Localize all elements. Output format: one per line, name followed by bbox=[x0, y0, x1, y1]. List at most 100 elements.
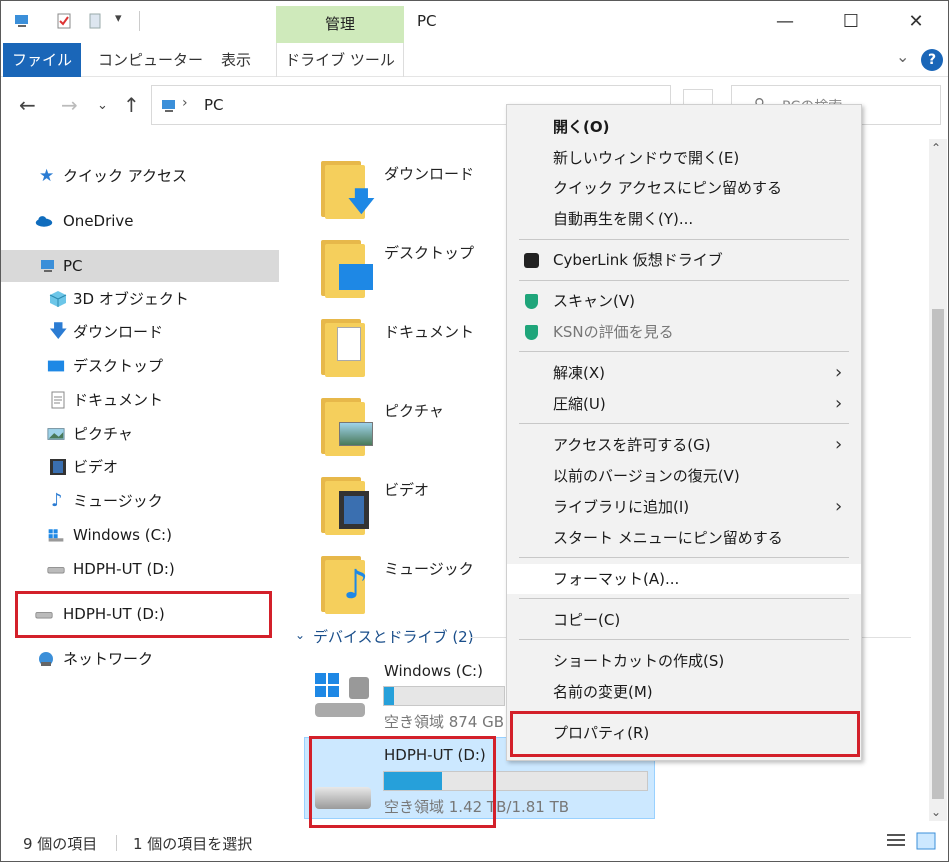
pc-icon[interactable] bbox=[13, 12, 31, 30]
folder-pictures-icon[interactable] bbox=[321, 394, 373, 456]
chevron-down-icon[interactable]: ⌄ bbox=[295, 628, 305, 642]
menu-item-label: コピー(C) bbox=[553, 611, 621, 629]
menu-item-extract[interactable]: 解凍(X) › bbox=[507, 358, 861, 388]
breadcrumb-chevron-icon[interactable]: › bbox=[182, 95, 188, 111]
folder-label[interactable]: ドキュメント bbox=[384, 321, 474, 342]
sidebar-item-label: ネットワーク bbox=[63, 650, 154, 668]
close-button[interactable]: ✕ bbox=[904, 10, 928, 34]
drive-name[interactable]: Windows (C:) bbox=[384, 662, 483, 680]
properties-icon[interactable] bbox=[55, 12, 73, 30]
tab-computer[interactable]: コンピューター bbox=[98, 43, 203, 77]
tab-view[interactable]: 表示 bbox=[221, 43, 251, 77]
desktop-icon bbox=[47, 360, 65, 372]
drive-c-icon bbox=[48, 529, 64, 542]
menu-item-add-library[interactable]: ライブラリに追加(I) › bbox=[507, 492, 861, 522]
details-view-icon[interactable] bbox=[885, 831, 907, 851]
maximize-button[interactable]: ☐ bbox=[839, 10, 863, 34]
menu-item-pin-start[interactable]: スタート メニューにピン留めする bbox=[507, 523, 861, 553]
menu-item-create-shortcut[interactable]: ショートカットの作成(S) bbox=[507, 646, 861, 676]
scroll-up-icon[interactable]: ⌃ bbox=[931, 141, 941, 155]
menu-item-autoplay[interactable]: 自動再生を開く(Y)... bbox=[507, 204, 861, 234]
menu-item-open-new-window[interactable]: 新しいウィンドウで開く(E) bbox=[507, 143, 861, 173]
sidebar-item-music[interactable]: ♪ ミュージック bbox=[1, 485, 279, 517]
document-icon bbox=[51, 391, 65, 409]
menu-separator bbox=[519, 423, 849, 424]
customize-qa-chevron-icon[interactable]: ▾ bbox=[115, 11, 122, 26]
menu-item-label: 自動再生を開く(Y)... bbox=[553, 210, 694, 228]
menu-item-scan[interactable]: スキャン(V) bbox=[507, 286, 861, 316]
menu-item-label: 新しいウィンドウで開く(E) bbox=[553, 149, 740, 167]
folder-label[interactable]: ビデオ bbox=[384, 479, 429, 500]
tab-file[interactable]: ファイル bbox=[3, 43, 81, 77]
sidebar-item-windows-c[interactable]: Windows (C:) bbox=[1, 519, 279, 551]
shield-icon bbox=[525, 294, 538, 309]
menu-item-label: 以前のバージョンの復元(V) bbox=[553, 467, 740, 485]
menu-item-restore-versions[interactable]: 以前のバージョンの復元(V) bbox=[507, 461, 861, 491]
folder-downloads-icon[interactable]: 🡇 bbox=[321, 157, 376, 219]
back-arrow-icon[interactable]: ← bbox=[19, 93, 36, 117]
menu-item-pin-quick-access[interactable]: クイック アクセスにピン留めする bbox=[507, 173, 861, 203]
menu-item-open[interactable]: 開く(O) bbox=[507, 112, 861, 142]
video-icon bbox=[50, 459, 66, 475]
sidebar-item-network[interactable]: ネットワーク bbox=[1, 643, 279, 675]
menu-separator bbox=[519, 557, 849, 558]
menu-item-give-access[interactable]: アクセスを許可する(G) › bbox=[507, 430, 861, 460]
menu-item-cyberlink[interactable]: CyberLink 仮想ドライブ bbox=[507, 245, 861, 275]
menu-separator bbox=[519, 598, 849, 599]
folder-videos-icon[interactable] bbox=[321, 473, 373, 535]
folder-label[interactable]: ピクチャ bbox=[384, 400, 444, 421]
sidebar-item-label: デスクトップ bbox=[73, 357, 164, 375]
sidebar-item-label: ピクチャ bbox=[73, 425, 133, 443]
tab-management[interactable]: 管理 bbox=[276, 6, 404, 43]
folder-music-icon[interactable]: ♪ bbox=[321, 552, 373, 614]
star-icon: ★ bbox=[39, 166, 55, 186]
chevron-right-icon: › bbox=[835, 496, 843, 517]
group-header[interactable]: デバイスとドライブ (2) bbox=[313, 626, 474, 647]
sidebar-item-onedrive[interactable]: OneDrive bbox=[1, 205, 279, 237]
sidebar-item-pictures[interactable]: ピクチャ bbox=[1, 418, 279, 450]
tab-drive-tools[interactable]: ドライブ ツール bbox=[276, 43, 404, 77]
shield-icon bbox=[525, 325, 538, 340]
title-bar: ▾ 管理 PC — ☐ ✕ bbox=[1, 1, 948, 43]
menu-item-compress[interactable]: 圧縮(U) › bbox=[507, 389, 861, 419]
drive-space: 空き領域 874 GB bbox=[384, 713, 505, 731]
folder-label[interactable]: ダウンロード bbox=[384, 163, 474, 184]
sidebar-item-quick-access[interactable]: ★ クイック アクセス bbox=[1, 160, 279, 192]
sidebar-item-documents[interactable]: ドキュメント bbox=[1, 384, 279, 416]
menu-item-label: スキャン(V) bbox=[553, 292, 635, 310]
recent-chevron-icon[interactable]: ⌄ bbox=[97, 98, 108, 113]
menu-item-format[interactable]: フォーマット(A)... bbox=[507, 564, 861, 594]
sidebar-item-hdph-ut-d[interactable]: HDPH-UT (D:) bbox=[1, 553, 279, 585]
sidebar-item-3d-objects[interactable]: 3D オブジェクト bbox=[1, 283, 279, 315]
large-icons-view-icon[interactable] bbox=[915, 831, 937, 851]
sidebar-item-pc[interactable]: PC bbox=[1, 250, 279, 282]
sidebar-item-desktop[interactable]: デスクトップ bbox=[1, 350, 279, 382]
menu-item-copy[interactable]: コピー(C) bbox=[507, 605, 861, 635]
up-arrow-icon[interactable]: ↑ bbox=[123, 93, 140, 117]
menu-item-label: フォーマット(A)... bbox=[553, 570, 680, 588]
picture-icon bbox=[47, 428, 65, 440]
new-folder-icon[interactable] bbox=[87, 12, 105, 30]
sidebar-item-label: Windows (C:) bbox=[73, 526, 172, 544]
expand-ribbon-chevron-icon[interactable]: ⌄ bbox=[896, 47, 909, 66]
drive-c-lock-icon[interactable] bbox=[313, 663, 373, 723]
sidebar-item-downloads[interactable]: 🡇 ダウンロード bbox=[1, 316, 279, 348]
forward-arrow-icon[interactable]: → bbox=[61, 93, 78, 117]
chevron-right-icon: › bbox=[835, 434, 843, 455]
menu-item-ksn[interactable]: KSNの評価を見る bbox=[507, 317, 861, 347]
menu-item-rename[interactable]: 名前の変更(M) bbox=[507, 677, 861, 707]
folder-label[interactable]: デスクトップ bbox=[384, 242, 474, 263]
folder-label[interactable]: ミュージック bbox=[384, 558, 474, 579]
scroll-thumb[interactable] bbox=[932, 309, 944, 799]
scroll-down-icon[interactable]: ⌄ bbox=[931, 805, 941, 819]
minimize-button[interactable]: — bbox=[773, 10, 797, 34]
help-button[interactable]: ? bbox=[921, 49, 943, 71]
highlight-box bbox=[15, 591, 272, 638]
sidebar-item-videos[interactable]: ビデオ bbox=[1, 451, 279, 483]
sidebar-item-label: ビデオ bbox=[73, 458, 119, 476]
folder-desktop-icon[interactable] bbox=[321, 236, 373, 298]
breadcrumb[interactable]: PC bbox=[204, 96, 224, 114]
menu-separator bbox=[519, 351, 849, 352]
folder-documents-icon[interactable] bbox=[321, 315, 373, 377]
menu-item-label: クイック アクセスにピン留めする bbox=[553, 179, 783, 197]
